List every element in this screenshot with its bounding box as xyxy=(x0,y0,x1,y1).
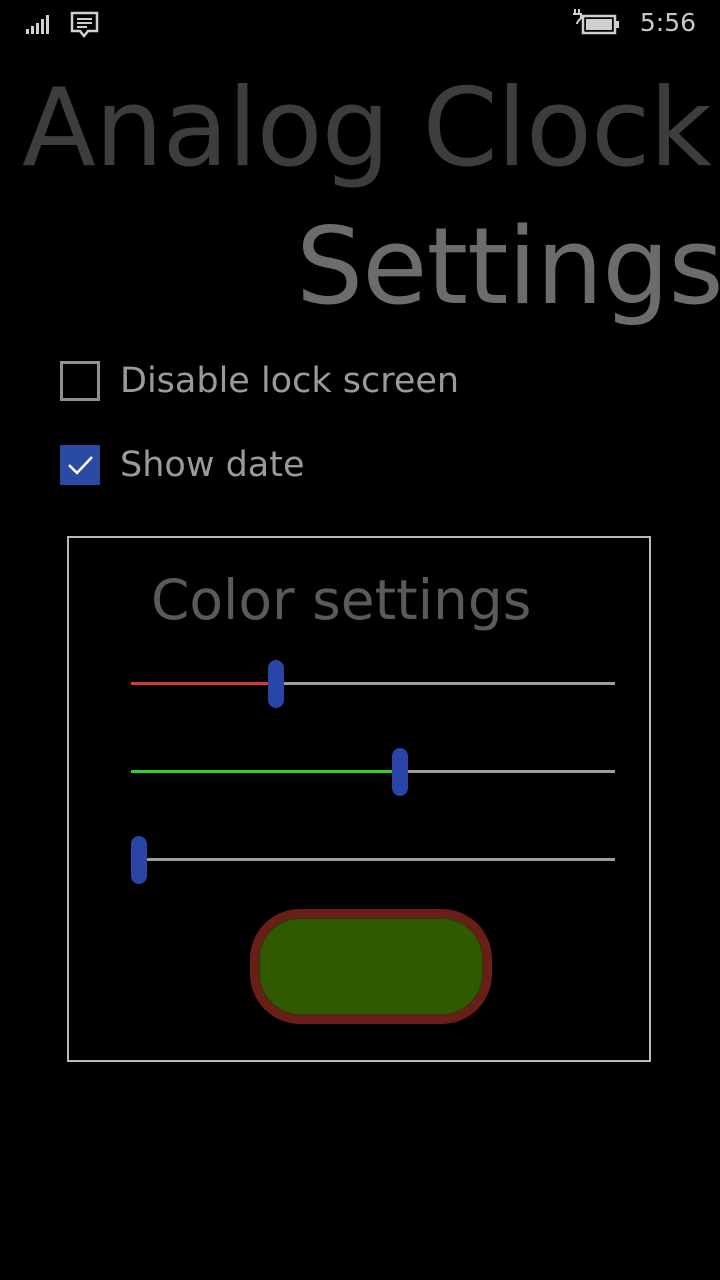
battery-charging-icon xyxy=(571,9,621,41)
color-preview-button[interactable] xyxy=(250,909,492,1024)
slider-thumb[interactable] xyxy=(268,660,284,708)
slider-fill xyxy=(131,682,276,685)
disable-lock-screen-option[interactable]: Disable lock screen xyxy=(60,360,459,402)
color-settings-title: Color settings xyxy=(151,568,532,632)
blue-slider[interactable] xyxy=(131,836,615,884)
disable-lock-screen-label: Disable lock screen xyxy=(120,361,460,401)
checkmark-icon xyxy=(68,456,93,475)
show-date-label: Show date xyxy=(120,445,305,485)
slider-thumb[interactable] xyxy=(392,748,408,796)
show-date-checkbox[interactable] xyxy=(60,445,100,485)
green-slider[interactable] xyxy=(131,748,615,796)
slider-track xyxy=(131,858,615,861)
color-settings-panel: Color settings xyxy=(67,536,651,1062)
disable-lock-screen-checkbox[interactable] xyxy=(60,361,100,401)
page-title-line1: Analog Clock xyxy=(22,66,712,191)
signal-icon xyxy=(26,13,54,39)
status-time: 5:56 xyxy=(639,8,696,37)
red-slider[interactable] xyxy=(131,660,615,708)
page-title-line2: Settings xyxy=(296,205,720,328)
slider-fill xyxy=(131,770,400,773)
show-date-option[interactable]: Show date xyxy=(60,444,305,486)
message-icon xyxy=(70,11,100,43)
status-bar: 5:56 xyxy=(0,0,720,50)
slider-thumb[interactable] xyxy=(131,836,147,884)
